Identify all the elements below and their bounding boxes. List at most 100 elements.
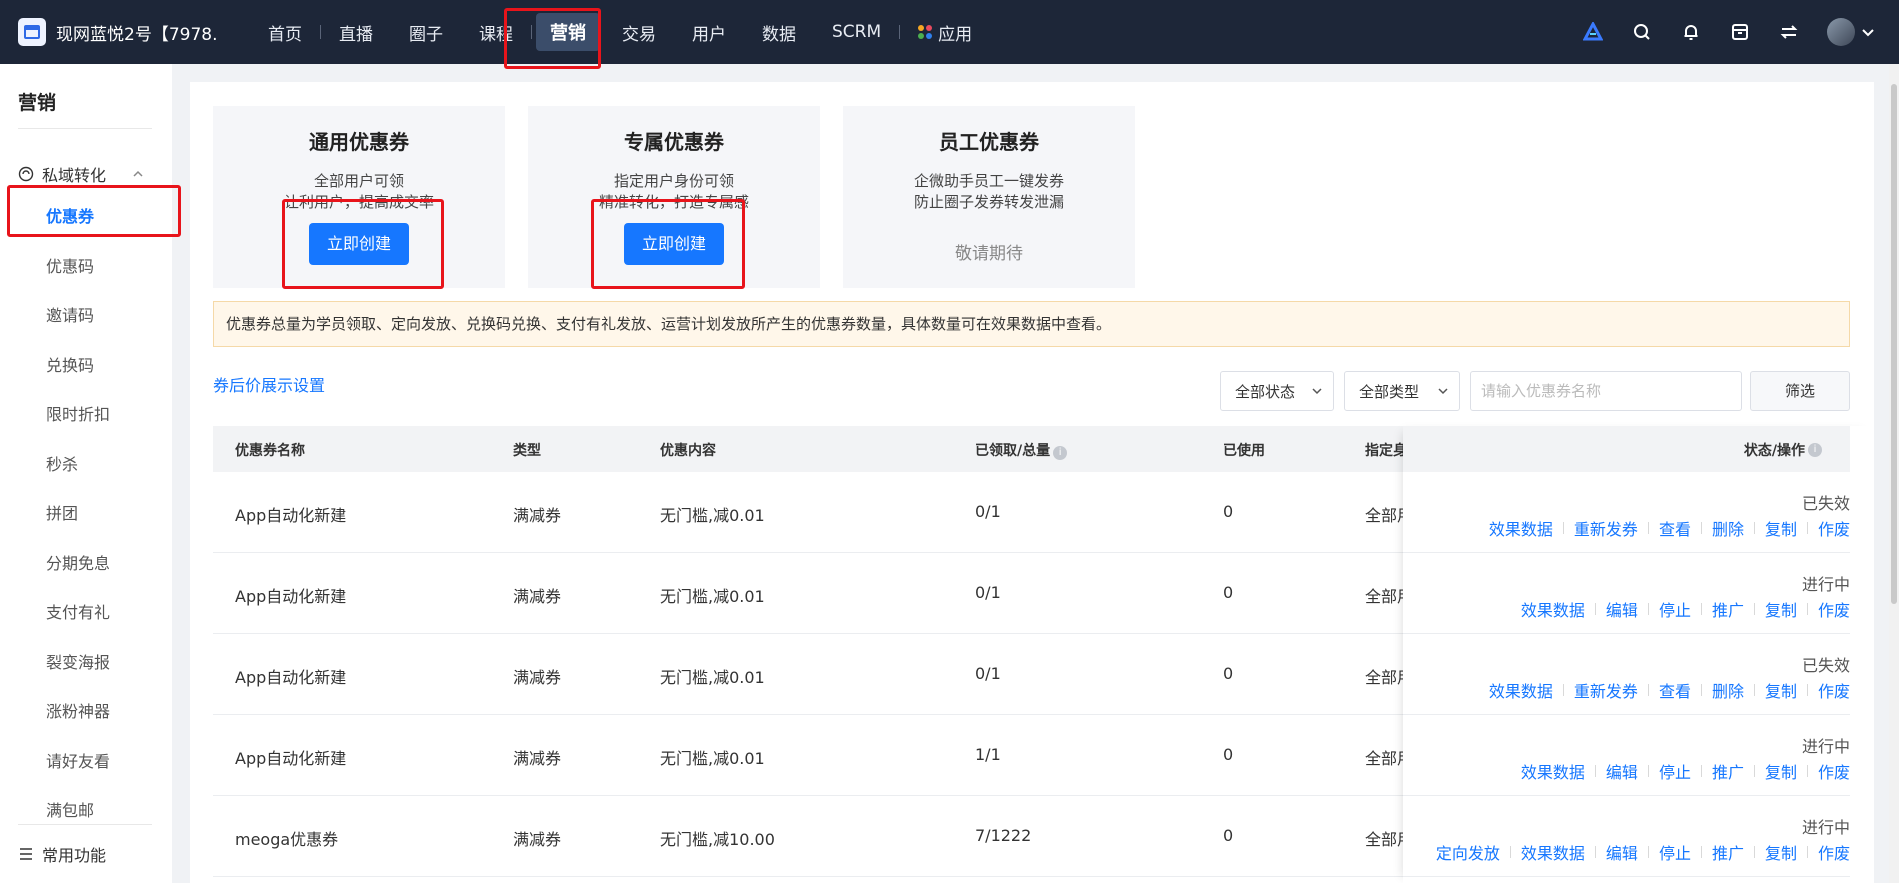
sidebar-item-pay-gift[interactable]: 支付有礼: [46, 599, 110, 623]
highlight-box-nav: [504, 8, 601, 69]
sidebar-item-installment[interactable]: 分期免息: [46, 550, 110, 574]
copy-link[interactable]: 复制: [1765, 678, 1797, 702]
scrollbar-thumb[interactable]: [1891, 84, 1897, 604]
th-name: 优惠券名称: [235, 443, 305, 459]
cell-received: 0/1: [975, 664, 1001, 683]
avatar[interactable]: [1827, 18, 1855, 46]
chevron-down-icon: [1312, 388, 1322, 395]
promote-link[interactable]: 推广: [1712, 759, 1744, 783]
stop-link[interactable]: 停止: [1659, 759, 1691, 783]
void-link[interactable]: 作废: [1818, 678, 1850, 702]
brand-a-icon[interactable]: [1582, 21, 1604, 43]
view-link[interactable]: 查看: [1659, 678, 1691, 702]
nav-divider: [899, 25, 901, 39]
op-divider: [1806, 684, 1808, 696]
sidebar-group-label: 私域转化: [42, 166, 107, 185]
sidebar-item-invite-code[interactable]: 邀请码: [46, 302, 94, 326]
sidebar-item-group-buy[interactable]: 拼团: [46, 500, 78, 524]
cell-received: 7/1222: [975, 826, 1032, 845]
effect-data-link[interactable]: 效果数据: [1521, 597, 1585, 621]
sidebar-common-functions[interactable]: 常用功能: [18, 842, 106, 866]
op-divider: [1647, 846, 1649, 858]
promote-link[interactable]: 推广: [1712, 840, 1744, 864]
nav-home[interactable]: 首页: [254, 13, 316, 51]
info-icon[interactable]: i: [1808, 443, 1822, 457]
action-column-header: 状态/操作 i: [1403, 426, 1850, 472]
targeted-issue-link[interactable]: 定向发放: [1436, 840, 1500, 864]
op-divider: [1594, 846, 1596, 858]
sidebar-item-flash-sale[interactable]: 秒杀: [46, 451, 78, 475]
copy-link[interactable]: 复制: [1765, 597, 1797, 621]
sidebar-item-fission-poster[interactable]: 裂变海报: [46, 649, 110, 673]
op-divider: [1753, 603, 1755, 615]
row-actions: 效果数据 重新发券 查看 删除 复制 作废: [1489, 516, 1850, 540]
op-divider: [1562, 522, 1564, 534]
sidebar-item-coupon-code[interactable]: 优惠码: [46, 253, 94, 277]
op-divider: [1594, 603, 1596, 615]
info-icon[interactable]: i: [1053, 446, 1068, 460]
highlight-box-create-general: [282, 199, 444, 289]
delete-link[interactable]: 删除: [1712, 516, 1744, 540]
op-divider: [1647, 684, 1649, 696]
stop-link[interactable]: 停止: [1659, 840, 1691, 864]
op-divider: [1647, 765, 1649, 777]
sidebar-group-private[interactable]: 私域转化: [18, 162, 152, 186]
type-select[interactable]: 全部类型: [1344, 371, 1460, 411]
void-link[interactable]: 作废: [1818, 759, 1850, 783]
nav-trade[interactable]: 交易: [608, 13, 670, 51]
filter-button[interactable]: 筛选: [1750, 371, 1850, 411]
op-divider: [1753, 846, 1755, 858]
effect-data-link[interactable]: 效果数据: [1489, 516, 1553, 540]
edit-link[interactable]: 编辑: [1606, 840, 1638, 864]
nav-circle[interactable]: 圈子: [395, 13, 457, 51]
void-link[interactable]: 作废: [1818, 516, 1850, 540]
bell-icon[interactable]: [1680, 21, 1702, 43]
chevron-down-icon: [1438, 388, 1448, 395]
shop-switcher[interactable]: 现网蓝悦2号【7978...: [18, 18, 218, 46]
delete-link[interactable]: 删除: [1712, 678, 1744, 702]
inbox-icon[interactable]: [1729, 21, 1751, 43]
page-scrollbar[interactable]: [1889, 64, 1899, 883]
effect-data-link[interactable]: 效果数据: [1521, 840, 1585, 864]
status-select[interactable]: 全部状态: [1220, 371, 1334, 411]
sidebar-item-fans-tool[interactable]: 涨粉神器: [46, 698, 110, 722]
stop-link[interactable]: 停止: [1659, 597, 1691, 621]
effect-data-link[interactable]: 效果数据: [1521, 759, 1585, 783]
cell-used: 0: [1223, 502, 1234, 521]
nav-live[interactable]: 直播: [325, 13, 387, 51]
cell-used: 0: [1223, 583, 1234, 602]
copy-link[interactable]: 复制: [1765, 759, 1797, 783]
th-action-label: 状态/操作: [1743, 443, 1805, 459]
sidebar-item-free-shipping[interactable]: 满包邮: [46, 797, 94, 821]
cell-type: 满减券: [513, 830, 562, 849]
action-row: 进行中 效果数据 编辑 停止 推广 复制 作废: [1403, 715, 1850, 796]
void-link[interactable]: 作废: [1818, 597, 1850, 621]
view-link[interactable]: 查看: [1659, 516, 1691, 540]
reissue-link[interactable]: 重新发券: [1574, 516, 1638, 540]
void-link[interactable]: 作废: [1818, 840, 1850, 864]
nav-data[interactable]: 数据: [748, 13, 810, 51]
op-divider: [1562, 684, 1564, 696]
coupon-search-input[interactable]: [1470, 371, 1742, 411]
sidebar-item-invite-friend[interactable]: 请好友看: [46, 748, 110, 772]
promote-link[interactable]: 推广: [1712, 597, 1744, 621]
sidebar-item-redeem-code[interactable]: 兑换码: [46, 352, 94, 376]
switch-icon[interactable]: [1778, 21, 1800, 43]
reissue-link[interactable]: 重新发券: [1574, 678, 1638, 702]
edit-link[interactable]: 编辑: [1606, 759, 1638, 783]
post-coupon-price-settings-link[interactable]: 券后价展示设置: [213, 372, 325, 396]
copy-link[interactable]: 复制: [1765, 516, 1797, 540]
effect-data-link[interactable]: 效果数据: [1489, 678, 1553, 702]
edit-link[interactable]: 编辑: [1606, 597, 1638, 621]
action-row: 进行中 效果数据 编辑 停止 推广 复制 作废: [1403, 553, 1850, 634]
copy-link[interactable]: 复制: [1765, 840, 1797, 864]
cell-type: 满减券: [513, 668, 562, 687]
chevron-down-icon[interactable]: [1859, 23, 1877, 41]
sidebar-item-limited-discount[interactable]: 限时折扣: [46, 401, 110, 425]
nav-users[interactable]: 用户: [678, 13, 740, 51]
row-actions: 效果数据 编辑 停止 推广 复制 作废: [1521, 759, 1850, 783]
nav-apps[interactable]: 应用: [904, 13, 986, 51]
search-icon[interactable]: [1631, 21, 1653, 43]
nav-scrm[interactable]: SCRM: [818, 13, 895, 51]
cell-type: 满减券: [513, 506, 562, 525]
